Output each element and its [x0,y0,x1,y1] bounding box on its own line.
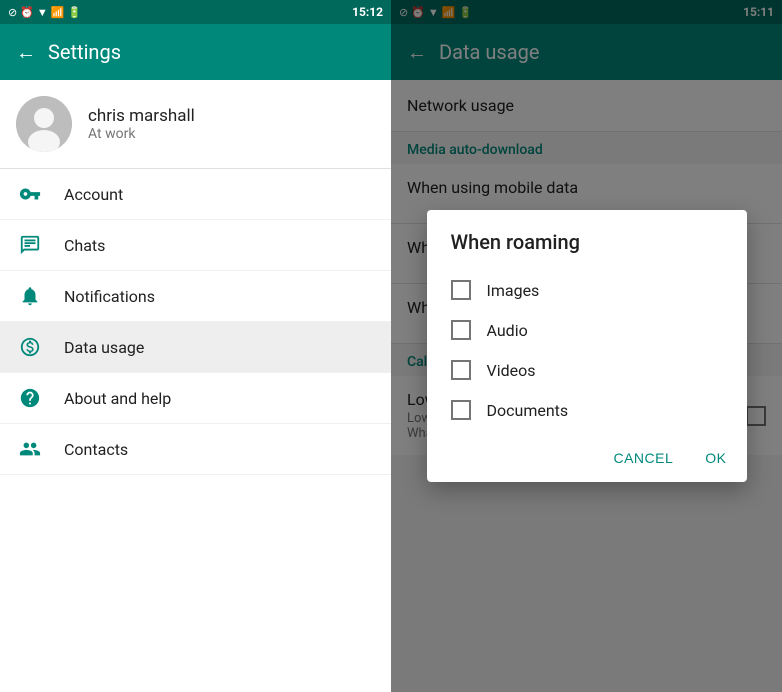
profile-info: chris marshall At work [88,106,195,142]
contacts-icon [16,438,44,460]
audio-label: Audio [487,321,528,340]
dialog-options: Images Audio Videos Documents [427,266,747,434]
documents-checkbox[interactable] [451,400,471,420]
dialog-option-images[interactable]: Images [427,270,747,310]
left-header: ⊘ ⏰ ▼ 📶 🔋 15:12 ← Settings [0,0,391,80]
sidebar-item-account[interactable]: Account [0,169,391,220]
dialog-option-audio[interactable]: Audio [427,310,747,350]
account-label: Account [64,185,123,204]
profile-name: chris marshall [88,106,195,126]
dialog-buttons: CANCEL OK [427,434,747,482]
images-label: Images [487,281,540,300]
battery-icon: 🔋 [68,6,82,19]
sidebar-item-chats[interactable]: Chats [0,220,391,271]
alarm-icon: ⏰ [20,6,34,19]
cancel-button[interactable]: CANCEL [601,442,685,474]
dialog-overlay: When roaming Images Audio Videos Documen… [391,0,782,692]
key-icon [16,183,44,205]
ok-button[interactable]: OK [693,442,738,474]
no-disturb-icon: ⊘ [8,6,17,19]
videos-checkbox[interactable] [451,360,471,380]
sidebar-item-notifications[interactable]: Notifications [0,271,391,322]
data-icon [16,336,44,358]
left-back-arrow[interactable]: ← [16,40,36,65]
left-status-bar: ⊘ ⏰ ▼ 📶 🔋 15:12 [0,0,391,24]
about-help-label: About and help [64,389,171,408]
bell-icon [16,285,44,307]
sidebar-item-about-help[interactable]: About and help [0,373,391,424]
dialog-option-videos[interactable]: Videos [427,350,747,390]
documents-label: Documents [487,401,569,420]
signal-icon: 📶 [51,6,65,19]
left-panel: ⊘ ⏰ ▼ 📶 🔋 15:12 ← Settings chris marshal… [0,0,391,692]
dialog-title: When roaming [427,210,747,266]
videos-label: Videos [487,361,536,380]
sidebar-item-data-usage[interactable]: Data usage [0,322,391,373]
left-page-title: Settings [48,40,121,64]
profile-row[interactable]: chris marshall At work [0,80,391,169]
profile-status: At work [88,126,195,142]
help-icon [16,387,44,409]
data-usage-label: Data usage [64,338,144,357]
right-panel: ⊘ ⏰ ▼ 📶 🔋 15:11 ← Data usage Network usa… [391,0,782,692]
notifications-label: Notifications [64,287,155,306]
when-roaming-dialog: When roaming Images Audio Videos Documen… [427,210,747,482]
contacts-label: Contacts [64,440,128,459]
left-time: 15:12 [352,5,383,19]
dialog-option-documents[interactable]: Documents [427,390,747,430]
chats-label: Chats [64,236,105,255]
chat-icon [16,234,44,256]
left-status-icons: ⊘ ⏰ ▼ 📶 🔋 [8,6,81,19]
images-checkbox[interactable] [451,280,471,300]
avatar [16,96,72,152]
wifi-icon: ▼ [37,6,48,19]
sidebar-item-contacts[interactable]: Contacts [0,424,391,475]
audio-checkbox[interactable] [451,320,471,340]
